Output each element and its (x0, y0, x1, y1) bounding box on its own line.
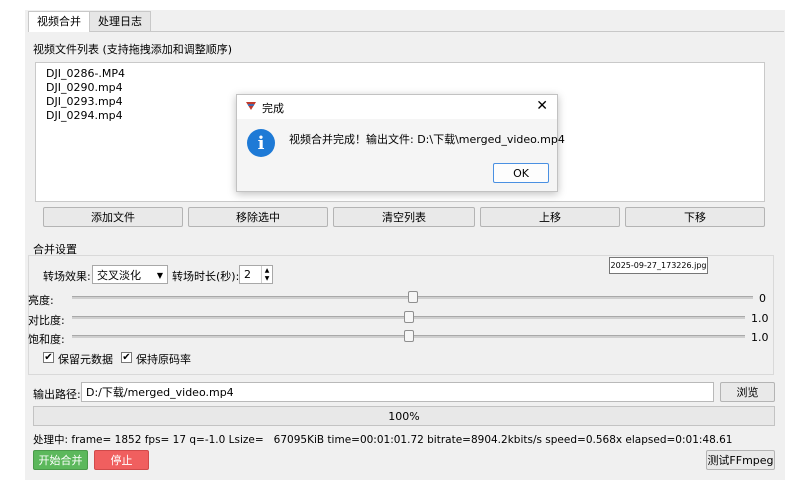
remove-selected-button[interactable]: 移除选中 (188, 207, 328, 227)
keep-metadata-label: 保留元数据 (58, 353, 113, 366)
spin-buttons[interactable]: ▲ ▼ (261, 266, 272, 283)
contrast-value: 1.0 (751, 312, 769, 325)
move-down-button[interactable]: 下移 (625, 207, 765, 227)
add-file-button[interactable]: 添加文件 (43, 207, 183, 227)
spin-up-icon[interactable]: ▲ (265, 267, 270, 275)
brightness-slider-handle[interactable] (407, 291, 418, 303)
transition-label: 转场效果: (43, 270, 91, 283)
saturation-label: 饱和度: (28, 333, 65, 346)
contrast-label: 对比度: (28, 314, 65, 327)
keep-metadata-checkbox[interactable]: ✔ (43, 352, 54, 363)
check-icon: ✔ (122, 352, 131, 363)
file-list-item[interactable]: DJI_0294.mp4 (46, 109, 123, 123)
browse-button[interactable]: 浏览 (720, 382, 775, 402)
dialog-message: 视频合并完成！输出文件: D:\下载\merged_video.mp4 (289, 133, 565, 146)
file-list-title: 视频文件列表 (支持拖拽添加和调整顺序) (33, 43, 233, 56)
tab-log[interactable]: 处理日志 (89, 11, 151, 31)
file-tooltip: 2025-09-27_173226.jpg (609, 257, 708, 274)
completion-dialog: 完成 ✕ i 视频合并完成！输出文件: D:\下载\merged_video.m… (236, 94, 565, 192)
status-text: 处理中: frame= 1852 fps= 17 q=-1.0 Lsize= 6… (33, 434, 733, 446)
file-list-item[interactable]: DJI_0286-.MP4 (46, 67, 125, 81)
spin-down-icon[interactable]: ▼ (265, 275, 270, 283)
dialog-title: 完成 (262, 102, 284, 115)
brightness-label: 亮度: (28, 294, 54, 307)
tab-log-label: 处理日志 (98, 15, 142, 28)
progress-text: 100% (388, 409, 420, 423)
info-icon: i (247, 129, 275, 157)
output-label: 输出路径: (33, 388, 81, 401)
tab-merge-label: 视频合并 (37, 15, 81, 28)
stop-button[interactable]: 停止 (94, 450, 149, 470)
file-list-item[interactable]: DJI_0293.mp4 (46, 95, 123, 109)
contrast-slider-handle[interactable] (403, 311, 414, 323)
tab-merge[interactable]: 视频合并 (28, 11, 90, 32)
brightness-value: 0 (759, 292, 766, 305)
keep-bitrate-label: 保持原码率 (136, 353, 191, 366)
move-up-button[interactable]: 上移 (480, 207, 620, 227)
progress-bar: 100% (33, 406, 775, 426)
duration-label: 转场时长(秒): (172, 270, 240, 283)
duration-spinbox[interactable]: 2 ▲ ▼ (239, 265, 273, 284)
keep-bitrate-checkbox[interactable]: ✔ (121, 352, 132, 363)
chevron-down-icon: ▼ (156, 271, 163, 280)
duration-value: 2 (244, 268, 251, 281)
saturation-slider-handle[interactable] (403, 330, 414, 342)
close-icon[interactable]: ✕ (536, 98, 548, 114)
clear-list-button[interactable]: 清空列表 (333, 207, 475, 227)
start-merge-button[interactable]: 开始合并 (33, 450, 88, 470)
saturation-value: 1.0 (751, 331, 769, 344)
app-icon (245, 100, 257, 112)
tab-divider (28, 31, 784, 32)
check-icon: ✔ (44, 352, 53, 363)
transition-combo[interactable]: 交叉淡化 ▼ (92, 265, 168, 284)
transition-value: 交叉淡化 (97, 268, 141, 282)
output-path-input[interactable]: D:/下载/merged_video.mp4 (81, 382, 714, 402)
test-ffmpeg-button[interactable]: 测试FFmpeg (706, 450, 775, 470)
dialog-titlebar: 完成 ✕ (237, 95, 557, 119)
file-list-item[interactable]: DJI_0290.mp4 (46, 81, 123, 95)
ok-button[interactable]: OK (493, 163, 549, 183)
